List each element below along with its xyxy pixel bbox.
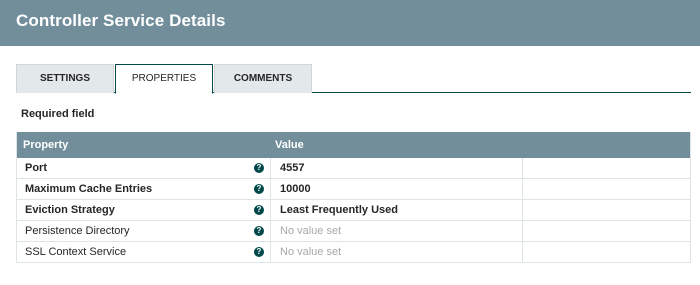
table-row[interactable]: SSL Context Service ? No value set bbox=[17, 242, 690, 263]
property-name: Port bbox=[25, 162, 47, 174]
value-cell[interactable]: 4557 bbox=[271, 158, 523, 179]
help-circle-icon[interactable]: ? bbox=[254, 205, 264, 215]
property-value: 4557 bbox=[280, 162, 305, 174]
table-row[interactable]: Eviction Strategy ? Least Frequently Use… bbox=[17, 200, 690, 221]
help-circle-icon[interactable]: ? bbox=[254, 163, 264, 173]
tab-properties[interactable]: PROPERTIES bbox=[115, 64, 213, 94]
value-cell[interactable]: No value set bbox=[271, 242, 523, 263]
dialog-header: Controller Service Details bbox=[0, 0, 700, 46]
value-cell[interactable]: 10000 bbox=[271, 179, 523, 200]
table-row[interactable]: Maximum Cache Entries ? 10000 bbox=[17, 179, 690, 200]
table-header: Property Value bbox=[17, 132, 690, 158]
property-name: Persistence Directory bbox=[25, 225, 130, 237]
tab-settings[interactable]: SETTINGS bbox=[16, 64, 114, 93]
property-cell: Port ? bbox=[17, 158, 271, 179]
required-field-note: Required field bbox=[21, 108, 95, 120]
property-value: 10000 bbox=[280, 183, 311, 195]
help-circle-icon[interactable]: ? bbox=[254, 247, 264, 257]
tab-comments[interactable]: COMMENTS bbox=[214, 64, 312, 93]
property-name: Maximum Cache Entries bbox=[25, 183, 153, 195]
value-cell[interactable]: Least Frequently Used bbox=[271, 200, 523, 221]
column-header-property[interactable]: Property bbox=[23, 139, 68, 151]
property-name: SSL Context Service bbox=[25, 246, 127, 258]
help-circle-icon[interactable]: ? bbox=[254, 184, 264, 194]
property-cell: Eviction Strategy ? bbox=[17, 200, 271, 221]
value-cell[interactable]: No value set bbox=[271, 221, 523, 242]
table-row[interactable]: Port ? 4557 bbox=[17, 158, 690, 179]
property-value-placeholder: No value set bbox=[280, 225, 342, 237]
property-value: Least Frequently Used bbox=[280, 204, 398, 216]
property-cell: Persistence Directory ? bbox=[17, 221, 271, 242]
table-row[interactable]: Persistence Directory ? No value set bbox=[17, 221, 690, 242]
column-header-value[interactable]: Value bbox=[275, 139, 304, 151]
property-value-placeholder: No value set bbox=[280, 246, 342, 258]
dialog-title: Controller Service Details bbox=[16, 11, 226, 30]
help-circle-icon[interactable]: ? bbox=[254, 226, 264, 236]
property-name: Eviction Strategy bbox=[25, 204, 115, 216]
properties-table: Property Value Port ? 4557 Maximum Cache… bbox=[16, 132, 691, 263]
property-cell: SSL Context Service ? bbox=[17, 242, 271, 263]
tab-bar: SETTINGS PROPERTIES COMMENTS bbox=[16, 64, 691, 94]
property-cell: Maximum Cache Entries ? bbox=[17, 179, 271, 200]
